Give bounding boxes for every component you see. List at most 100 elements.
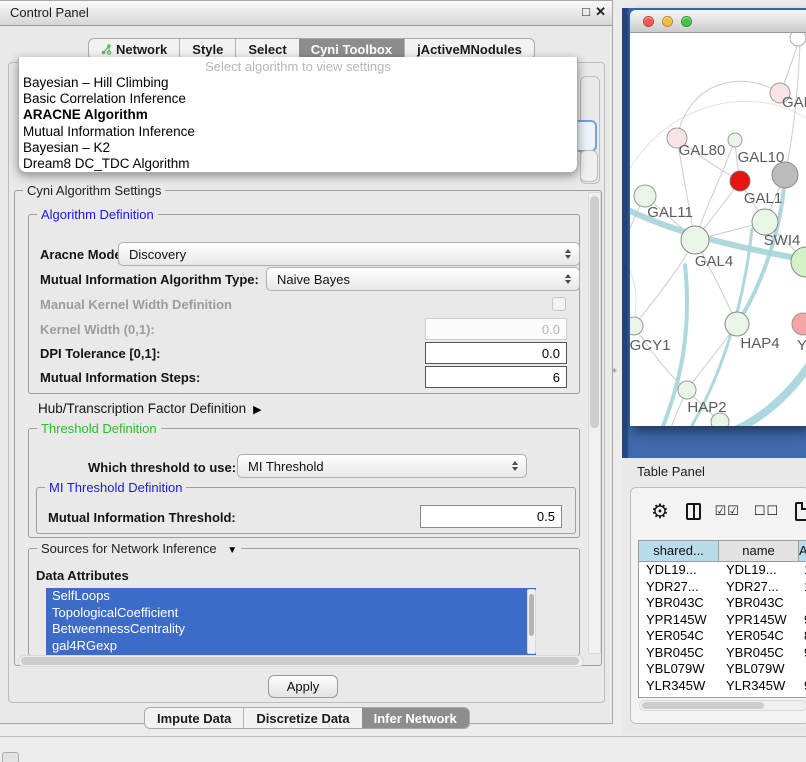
node-label: GAL4	[695, 253, 733, 270]
node-label: Y	[797, 337, 806, 354]
close-traffic-light-icon[interactable]	[643, 16, 654, 27]
hub-section-toggle[interactable]: Hub/Transcription Factor Definition▶	[38, 401, 262, 416]
table-cell: 13	[799, 562, 806, 579]
select-all-columns-icon[interactable]: ☑☑	[715, 503, 740, 519]
sources-group-title[interactable]: Sources for Network Inference ▼	[37, 541, 241, 556]
deselect-all-columns-icon[interactable]: ☐☐	[754, 503, 779, 519]
table-row[interactable]: YLR345WYLR345W9.	[639, 678, 806, 695]
minimize-traffic-light-icon[interactable]	[662, 16, 673, 27]
settings-horizontal-scrollbar-thumb[interactable]	[21, 657, 579, 665]
expand-right-icon: ▶	[253, 404, 261, 416]
settings-horizontal-scrollbar[interactable]	[18, 655, 584, 667]
attribute-item[interactable]: SelfLoops	[46, 588, 536, 605]
sources-title-text: Sources for Network Inference	[41, 541, 217, 556]
algorithm-option[interactable]: ARACNE Algorithm	[19, 107, 577, 123]
network-node[interactable]	[792, 313, 806, 335]
settings-vertical-scrollbar[interactable]	[588, 192, 601, 654]
table-row[interactable]: YDR27...YDR27...12	[639, 579, 806, 596]
algorithm-option[interactable]: Basic Correlation Inference	[19, 91, 577, 107]
attribute-item[interactable]: gal4RGexp	[46, 638, 536, 655]
tab-cyni-toolbox[interactable]: Cyni Toolbox	[299, 39, 404, 59]
tab-impute-data[interactable]: Impute Data	[145, 708, 243, 728]
network-window[interactable]: GALGAL80GAL10GAL1GAL11SWI4GAL4GCY1HAP4YH…	[630, 10, 806, 426]
tab-network[interactable]: Network	[89, 39, 179, 59]
table-cell: YDL19...	[719, 562, 799, 579]
table-cell	[799, 595, 806, 612]
algorithm-option[interactable]: Mutual Information Inference	[19, 124, 577, 140]
dpi-tolerance-label: DPI Tolerance [0,1]:	[40, 346, 160, 361]
table-row[interactable]: YBR045CYBR045C9.	[639, 645, 806, 662]
attributes-scrollbar[interactable]	[527, 589, 536, 654]
table-row[interactable]: YBL079WYBL079W	[639, 661, 806, 678]
table-horizontal-scrollbar-thumb[interactable]	[642, 702, 764, 709]
network-nodes[interactable]	[630, 33, 806, 426]
network-node[interactable]	[730, 171, 750, 191]
which-threshold-select[interactable]: MI Threshold	[237, 454, 527, 478]
split-columns-icon[interactable]	[686, 503, 701, 520]
table-cell: YDR27...	[639, 579, 719, 596]
zoom-traffic-light-icon[interactable]	[681, 16, 692, 27]
aracne-mode-select[interactable]: Discovery	[118, 242, 580, 266]
network-node[interactable]	[790, 33, 806, 46]
network-node[interactable]	[728, 133, 742, 147]
settings-vertical-scrollbar-thumb[interactable]	[590, 196, 599, 428]
manual-kernel-label: Manual Kernel Width Definition	[40, 297, 232, 312]
column-header-a[interactable]: A	[799, 541, 806, 561]
table-cell: YBR043C	[719, 595, 799, 612]
mi-algorithm-type-select[interactable]: Naive Bayes	[266, 267, 580, 291]
table-cell: 8.	[799, 628, 806, 645]
table-row[interactable]: YDL19...YDL19...13	[639, 562, 806, 579]
column-header-shared-[interactable]: shared...	[639, 541, 719, 561]
partial-corner-button[interactable]	[2, 752, 19, 762]
control-panel-titlebar[interactable]: Control Panel □ ✕	[0, 1, 612, 26]
table-horizontal-scrollbar[interactable]	[639, 700, 806, 711]
data-attributes-list[interactable]: SelfLoopsTopologicalCoefficientBetweenne…	[46, 588, 536, 655]
attribute-item[interactable]: BetweennessCentrality	[46, 621, 536, 638]
tab-style[interactable]: Style	[179, 39, 235, 59]
network-node[interactable]	[725, 312, 749, 336]
export-table-icon[interactable]	[795, 502, 806, 521]
mi-steps-input[interactable]: 6	[425, 366, 567, 388]
table-row[interactable]: YIL052CYIL052C9	[639, 694, 806, 698]
spinner-arrows-icon	[512, 461, 518, 471]
algorithm-option[interactable]: Bayesian – Hill Climbing	[19, 75, 577, 91]
table-cell: 9	[799, 694, 806, 698]
network-canvas[interactable]: GALGAL80GAL10GAL1GAL11SWI4GAL4GCY1HAP4YH…	[630, 33, 806, 426]
tab-jactivemnodules[interactable]: jActiveMNodules	[404, 39, 534, 59]
mi-threshold-input[interactable]: 0.5	[420, 505, 562, 528]
network-node[interactable]	[678, 381, 696, 399]
apply-button[interactable]: Apply	[268, 675, 338, 698]
network-node[interactable]	[791, 247, 806, 277]
table-cell: YPR145W	[639, 612, 719, 629]
manual-kernel-checkbox[interactable]	[552, 297, 566, 311]
tab-select[interactable]: Select	[235, 39, 298, 59]
column-header-name[interactable]: name	[719, 541, 799, 561]
table-row[interactable]: YPR145WYPR145W9.	[639, 612, 806, 629]
mi-type-value: Naive Bayes	[277, 272, 350, 287]
algorithm-dropdown-popup: Select algorithm to view settings Bayesi…	[18, 57, 578, 173]
gear-icon[interactable]: ⚙	[651, 499, 669, 524]
spinner-arrows-icon	[565, 249, 571, 259]
attribute-item[interactable]: TopologicalCoefficient	[46, 605, 536, 622]
algorithm-option[interactable]: Bayesian – K2	[19, 140, 577, 156]
network-node[interactable]	[630, 317, 643, 335]
network-node[interactable]	[681, 226, 709, 254]
attributes-scrollbar-thumb[interactable]	[529, 594, 534, 636]
tab-discretize-data[interactable]: Discretize Data	[243, 708, 361, 728]
node-attribute-table[interactable]: shared...nameA YDL19...YDL19...13YDR27..…	[638, 540, 806, 698]
node-label: GAL11	[647, 204, 693, 221]
table-row[interactable]: YER054CYER054C8.	[639, 628, 806, 645]
table-cell: YIL052C	[639, 694, 719, 698]
table-row[interactable]: YBR043CYBR043C	[639, 595, 806, 612]
close-window-icon[interactable]: ✕	[595, 4, 606, 20]
table-cell: YER054C	[639, 628, 719, 645]
table-toolbar: ⚙ ☑☑ ☐☐	[631, 494, 806, 528]
algorithm-definition-title: Algorithm Definition	[37, 207, 158, 222]
kernel-width-input[interactable]: 0.0	[425, 318, 567, 340]
float-window-icon[interactable]: □	[582, 4, 590, 19]
algorithm-option[interactable]: Dream8 DC_TDC Algorithm	[19, 156, 577, 172]
network-window-titlebar[interactable]	[630, 10, 806, 33]
tab-label: Discretize Data	[256, 711, 349, 726]
dpi-tolerance-input[interactable]: 0.0	[425, 342, 567, 364]
tab-infer-network[interactable]: Infer Network	[362, 708, 469, 728]
